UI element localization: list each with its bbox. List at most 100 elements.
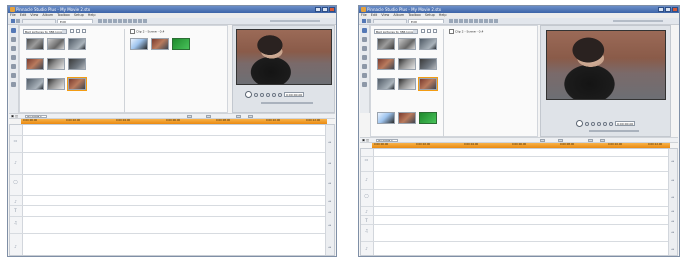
photo-icon[interactable] <box>11 55 16 60</box>
mute-toggle-icon[interactable]: ◂◂ <box>327 246 332 249</box>
zoom-slider[interactable] <box>270 20 320 22</box>
clip-thumbnail[interactable] <box>377 78 395 90</box>
timecode-field[interactable]: 0:00:00.00 <box>284 92 305 97</box>
refresh-icon[interactable] <box>433 29 437 33</box>
tool-icon-9[interactable] <box>138 19 142 23</box>
edit-mode-icon[interactable] <box>16 19 20 23</box>
tool-icon-9[interactable] <box>489 19 493 23</box>
tool-icon-10[interactable] <box>494 19 498 23</box>
clip-thumbnail[interactable] <box>47 38 65 50</box>
zoom-tool-icon[interactable] <box>588 139 593 142</box>
mute-toggle-icon[interactable]: ◂◂ <box>670 179 675 182</box>
music-track-icon[interactable]: ♫ <box>13 221 18 225</box>
sound-icon[interactable] <box>11 73 16 78</box>
scrubber-bar[interactable] <box>261 102 313 104</box>
tool-icon-5[interactable] <box>118 19 122 23</box>
clip-thumbnail[interactable] <box>377 38 395 50</box>
refresh-icon[interactable] <box>82 29 86 33</box>
overlay-track-icon[interactable]: ◯ <box>364 194 369 198</box>
tool-icon-6[interactable] <box>474 19 478 23</box>
music-icon[interactable] <box>362 82 367 87</box>
play-button[interactable] <box>245 91 252 98</box>
album-checkbox[interactable]: Clip 2 - Scene - 0.4 <box>130 29 164 34</box>
movie-name-field[interactable]: My Movie 2 <box>25 115 47 118</box>
mute-toggle-icon[interactable]: ◂◂ <box>327 141 332 144</box>
photo-icon[interactable] <box>362 55 367 60</box>
scrubber-bar[interactable] <box>589 130 639 132</box>
timeline-scrollbar[interactable]: ◂◂ ◂◂ ◂◂ ◂◂ ◂◂ ◂◂ ◂◂ <box>325 125 334 255</box>
tool-icon-5[interactable] <box>469 19 473 23</box>
maximize-button[interactable] <box>665 7 671 12</box>
timeline-tracks[interactable]: ▭ ♪ ◯ ♪ T ♫ ♪ ◂◂ ◂◂ ◂◂ ◂◂ ◂◂ ◂◂ ◂◂ <box>9 124 335 256</box>
clip-thumbnail[interactable] <box>398 58 416 70</box>
fast-forward-button[interactable] <box>278 92 282 97</box>
album-folder-select[interactable]: Bad pictures to 386 long <box>374 29 418 34</box>
mute-toggle-icon[interactable]: ◂◂ <box>327 200 332 203</box>
trash-tool-icon[interactable] <box>248 115 253 118</box>
step-forward-button[interactable] <box>272 92 276 97</box>
close-button[interactable] <box>672 7 678 12</box>
step-forward-button[interactable] <box>603 121 607 126</box>
tab-album[interactable] <box>22 19 56 23</box>
music-track-icon[interactable]: ♪ <box>364 247 369 251</box>
clip-thumbnail-selected[interactable] <box>67 77 87 91</box>
music-track-icon[interactable]: ♫ <box>364 229 369 233</box>
close-button[interactable] <box>329 7 335 12</box>
mute-toggle-icon[interactable]: ◂◂ <box>670 210 675 213</box>
razor-tool-icon[interactable] <box>540 139 545 142</box>
clip-thumbnail[interactable] <box>130 38 148 50</box>
menu-icon[interactable] <box>11 64 16 69</box>
step-back-button[interactable] <box>597 121 601 126</box>
timecode-field[interactable]: 0:00:00.00 <box>615 121 636 126</box>
minimize-button[interactable] <box>658 7 664 12</box>
tool-icon-3[interactable] <box>108 19 112 23</box>
tab-album[interactable] <box>373 19 407 23</box>
capture-mode-icon[interactable] <box>362 19 366 23</box>
sound-effect-track-icon[interactable]: ♪ <box>13 200 18 204</box>
clip-thumbnail[interactable] <box>68 38 86 50</box>
tool-icon-1[interactable] <box>449 19 453 23</box>
rewind-button[interactable] <box>591 121 595 126</box>
mute-toggle-icon[interactable]: ◂◂ <box>327 182 332 185</box>
play-button[interactable] <box>576 120 583 127</box>
video-icon[interactable] <box>11 28 16 33</box>
clip-thumbnail[interactable] <box>377 58 395 70</box>
tool-icon-4[interactable] <box>113 19 117 23</box>
clip-thumbnail[interactable] <box>68 58 86 70</box>
tool-icon-8[interactable] <box>484 19 488 23</box>
timeline-tracks[interactable]: ▭ ♪ ◯ ♪ T ♫ ♪ ◂◂ ◂◂ ◂◂ ◂◂ ◂◂ ◂◂ ◂◂ <box>360 148 678 256</box>
capture-mode-icon[interactable] <box>11 19 15 23</box>
tool-icon-7[interactable] <box>479 19 483 23</box>
title-icon[interactable] <box>11 46 16 51</box>
album-folder-select[interactable]: Bad pictures to 386 long <box>23 29 67 34</box>
video-track-icon[interactable]: ▭ <box>364 158 369 162</box>
clip-thumbnail[interactable] <box>47 58 65 70</box>
clip-thumbnail[interactable] <box>419 58 437 70</box>
sound-effect-track-icon[interactable]: ♪ <box>364 210 369 214</box>
tab-edit[interactable]: Edit <box>408 19 444 24</box>
mute-toggle-icon[interactable]: ◂◂ <box>670 220 675 223</box>
clip-thumbnail[interactable] <box>398 112 416 124</box>
fast-forward-button[interactable] <box>609 121 613 126</box>
mute-toggle-icon[interactable]: ◂◂ <box>670 231 675 234</box>
zoom-slider[interactable] <box>613 20 663 22</box>
zoom-tool-icon[interactable] <box>236 115 241 118</box>
clip-thumbnail[interactable] <box>398 38 416 50</box>
title-track-icon[interactable]: T <box>364 219 369 223</box>
video-track-icon[interactable]: ▭ <box>13 139 18 143</box>
timeline-scrollbar[interactable]: ◂◂ ◂◂ ◂◂ ◂◂ ◂◂ ◂◂ ◂◂ <box>668 149 677 255</box>
view-icon[interactable] <box>427 29 431 33</box>
clip-thumbnail[interactable] <box>47 78 65 90</box>
mute-toggle-icon[interactable]: ◂◂ <box>327 211 332 214</box>
transition-icon[interactable] <box>362 37 367 42</box>
trash-tool-icon[interactable] <box>600 139 605 142</box>
green-clip-thumbnail[interactable] <box>172 38 190 50</box>
open-folder-icon[interactable] <box>70 29 74 33</box>
tool-icon-7[interactable] <box>128 19 132 23</box>
music-track-icon[interactable]: ♪ <box>13 245 18 249</box>
view-icon[interactable] <box>76 29 80 33</box>
menu-icon[interactable] <box>362 64 367 69</box>
tool-icon-4[interactable] <box>464 19 468 23</box>
go-to-start-button[interactable] <box>585 121 589 126</box>
clip-thumbnail[interactable] <box>419 38 437 50</box>
